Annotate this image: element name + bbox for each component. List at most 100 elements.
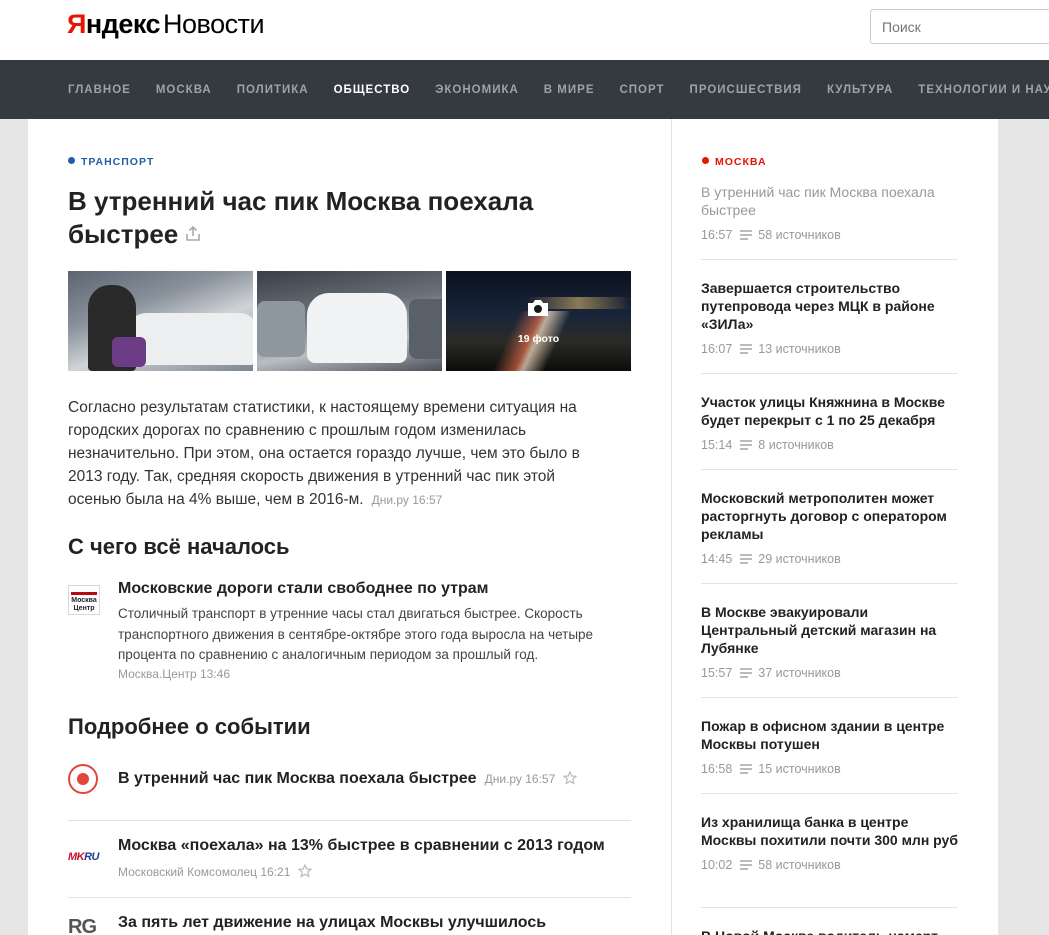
sidebar-partial-item[interactable]: В Новой Москве водитель намерт... [701,927,958,935]
nav-item[interactable]: ТЕХНОЛОГИИ И НАУКА [918,84,1049,96]
sources-icon [740,344,753,354]
sidebar-news-meta: 16:58 15 источников [701,762,958,776]
sidebar-news-title[interactable]: Завершается строительство путепровода че… [701,279,958,333]
article-title: В утренний час пик Москва поехала быстре… [68,185,608,251]
story-row[interactable]: MKRU Москва «поехала» на 13% быстрее в с… [68,820,631,898]
sidebar-news-item[interactable]: Завершается строительство путепровода че… [701,279,958,356]
story-title[interactable]: За пять лет движение на улицах Москвы ул… [118,914,546,932]
sidebar-news-item[interactable]: Московский метрополитен может расторгнут… [701,489,958,566]
rg-logo: RG [68,916,97,935]
article-lead-source[interactable]: Дни.ру 16:57 [372,493,443,507]
sources-icon [740,230,753,240]
sidebar-rubric[interactable]: МОСКВА [702,156,767,168]
main-column: ТРАНСПОРТ В утренний час пик Москва поех… [28,119,671,935]
more-heading: Подробнее о событии [68,714,311,739]
article-rubric-label: ТРАНСПОРТ [81,156,155,168]
sidebar-news-time: 16:07 [701,342,733,356]
nav-item[interactable]: ПОЛИТИКА [237,84,309,96]
story-source: Московский Комсомолец 16:21 [118,865,291,879]
sidebar-separator [701,259,958,260]
star-icon[interactable] [563,771,578,785]
sidebar-news-sources[interactable]: 58 источников [758,858,840,872]
sidebar-news-sources[interactable]: 15 источников [758,762,840,776]
mk-ru-logo: MKRU [68,851,99,863]
nav-item[interactable]: ЭКОНОМИКА [435,84,519,96]
gallery-photo-2[interactable] [257,271,442,371]
rubric-dot-icon [68,157,75,164]
logo-product: Новости [163,9,265,39]
rubric-dot-icon [702,157,709,164]
article-lead: Согласно результатам статистики, к насто… [68,396,608,512]
sidebar-separator [701,469,958,470]
sidebar-news-item[interactable]: В утренний час пик Москва поехала быстре… [701,183,958,242]
origin-story-title[interactable]: Московские дороги стали свободнее по утр… [118,580,489,598]
sidebar-news-title[interactable]: Московский метрополитен может расторгнут… [701,489,958,543]
sidebar-news-title[interactable]: Участок улицы Княжнина в Москве будет пе… [701,393,958,429]
nav-item[interactable]: ГЛАВНОЕ [68,84,131,96]
nav-item[interactable]: ОБЩЕСТВО [334,84,411,96]
sidebar-news-time: 16:57 [701,228,733,242]
sidebar-news-time: 10:02 [701,858,733,872]
logo-stripe [71,592,97,595]
story-source: Дни.ру 16:57 [484,772,556,786]
header: Яндекс Новости [0,0,1049,60]
sidebar-news-item[interactable]: В Москве эвакуировали Центральный детски… [701,603,958,680]
mk-ru-logo-suffix: RU [84,851,99,863]
yandex-news-logo[interactable]: Яндекс Новости [67,9,265,39]
article-title-text: В утренний час пик Москва поехала быстре… [68,186,534,249]
sidebar-separator [701,907,958,908]
sidebar-news-item[interactable]: Участок улицы Княжнина в Москве будет пе… [701,393,958,452]
nav-item[interactable]: ПРОИСШЕСТВИЯ [690,84,802,96]
camera-icon [528,300,548,316]
article-rubric[interactable]: ТРАНСПОРТ [68,156,154,168]
sidebar-news-title[interactable]: Пожар в офисном здании в центре Москвы п… [701,717,958,753]
rubric-nav: ГЛАВНОЕ МОСКВА ПОЛИТИКА ОБЩЕСТВО ЭКОНОМИКА В … [0,60,1049,119]
nav-item[interactable]: В МИРЕ [544,84,595,96]
origin-story-source[interactable]: Москва.Центр 13:46 [118,667,230,681]
story-title[interactable]: В утренний час пик Москва поехала быстре… [118,770,578,788]
sidebar-news-sources[interactable]: 29 источников [758,552,840,566]
sidebar-news-time: 15:14 [701,438,733,452]
photo-bag-shape [112,337,146,367]
share-icon[interactable] [184,225,202,243]
story-meta: Московский Комсомолец 16:21 [118,863,313,881]
gallery-photo-3-more[interactable]: 19 фото [446,271,631,371]
sidebar-news-item[interactable]: Пожар в офисном здании в центре Москвы п… [701,717,958,776]
star-icon[interactable] [298,864,313,878]
sidebar-news-sources[interactable]: 13 источников [758,342,840,356]
story-row[interactable]: RG За пять лет движение на улицах Москвы… [68,897,631,935]
sidebar-news-title[interactable]: В утренний час пик Москва поехала быстре… [701,183,958,219]
sidebar-news-sources[interactable]: 8 источников [758,438,834,452]
photo-count: 19 фото [517,333,560,345]
origin-heading: С чего всё началось [68,534,290,559]
nav-item[interactable]: СПОРТ [619,84,664,96]
nav-item[interactable]: КУЛЬТУРА [827,84,893,96]
sidebar-news-time: 15:57 [701,666,733,680]
sidebar-news-title[interactable]: В Москве эвакуировали Центральный детски… [701,603,958,657]
sidebar-separator [701,793,958,794]
sidebar-news-time: 16:58 [701,762,733,776]
story-row[interactable]: В утренний час пик Москва поехала быстре… [68,763,631,823]
sidebar-news-title[interactable]: Из хранилища банка в центре Москвы похит… [701,813,958,849]
photo-car-shape [409,299,442,359]
sidebar-news-sources[interactable]: 58 источников [758,228,840,242]
article-lead-text: Согласно результатам статистики, к насто… [68,399,580,508]
sidebar-news-meta: 16:57 58 источников [701,228,958,242]
nav-item[interactable]: МОСКВА [156,84,212,96]
gallery-photo-1[interactable] [68,271,253,371]
sidebar-news-item[interactable]: Из хранилища банка в центре Москвы похит… [701,813,958,872]
sidebar-news-sources[interactable]: 37 источников [758,666,840,680]
sources-icon [740,440,753,450]
story-main-marker-icon [68,764,98,794]
story-title[interactable]: Москва «поехала» на 13% быстрее в сравне… [118,837,605,855]
moskva-centr-logo: Москва Центр [68,585,100,615]
moskva-centr-logo-text: Москва Центр [71,597,97,612]
story-title-text: В утренний час пик Москва поехала быстре… [118,770,477,787]
sidebar-news-meta: 14:45 29 источников [701,552,958,566]
photo-car-shape [307,293,407,363]
sidebar-news-meta: 15:57 37 источников [701,666,958,680]
sidebar-separator [701,583,958,584]
photo-car-shape [128,313,253,365]
sources-icon [740,554,753,564]
search-input[interactable] [870,9,1049,44]
